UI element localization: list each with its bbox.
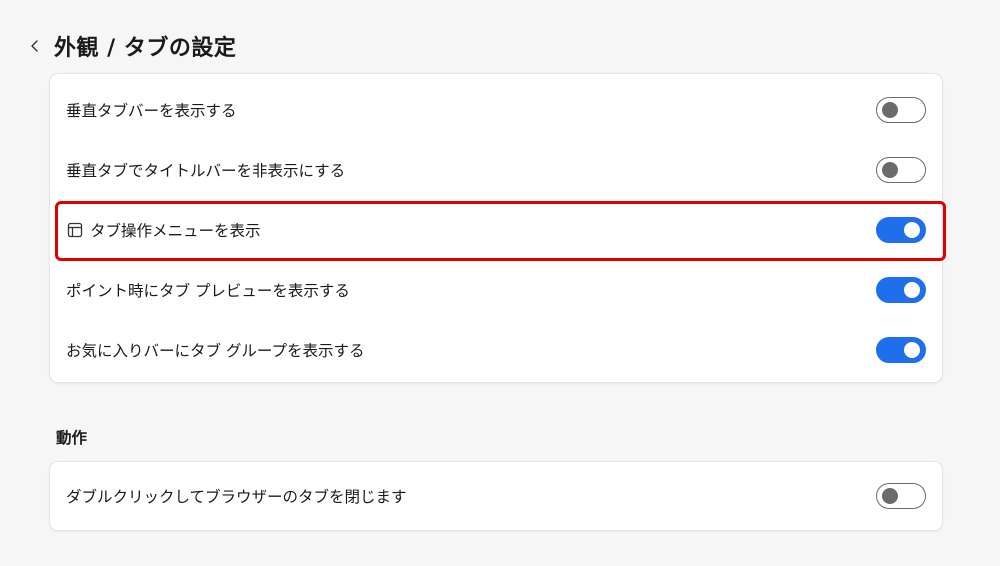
toggle-knob xyxy=(904,222,920,238)
back-button[interactable] xyxy=(24,35,46,57)
toggle-tab-preview-on-hover[interactable] xyxy=(876,277,926,303)
toggle-knob xyxy=(882,162,898,178)
toggle-knob xyxy=(904,282,920,298)
toggle-tab-groups-favorites-bar[interactable] xyxy=(876,337,926,363)
row-vertical-tab-bar: 垂直タブバーを表示する xyxy=(50,80,942,140)
row-label-with-icon: タブ操作メニューを表示 xyxy=(66,219,261,241)
row-label: お気に入りバーにタブ グループを表示する xyxy=(66,342,365,360)
page-header: 外観 / タブの設定 xyxy=(24,26,236,66)
row-hide-title-bar: 垂直タブでタイトルバーを非表示にする xyxy=(50,140,942,200)
row-tab-action-menu: タブ操作メニューを表示 xyxy=(50,200,942,260)
toggle-tab-action-menu[interactable] xyxy=(876,217,926,243)
toggle-knob xyxy=(904,342,920,358)
tab-window-icon xyxy=(66,221,84,239)
chevron-left-icon xyxy=(31,40,38,52)
row-label-text: タブ操作メニューを表示 xyxy=(90,222,261,240)
row-tab-preview-on-hover: ポイント時にタブ プレビューを表示する xyxy=(50,260,942,320)
row-tab-groups-favorites-bar: お気に入りバーにタブ グループを表示する xyxy=(50,320,942,380)
section-title-behavior: 動作 xyxy=(56,429,88,447)
page-title: 外観 / タブの設定 xyxy=(54,36,237,61)
tab-settings-card: 垂直タブバーを表示する 垂直タブでタイトルバーを非表示にする タブ操作メニューを… xyxy=(50,74,942,382)
row-label: ポイント時にタブ プレビューを表示する xyxy=(66,282,350,300)
row-label: ダブルクリックしてブラウザーのタブを閉じます xyxy=(66,488,407,506)
toggle-hide-title-bar[interactable] xyxy=(876,157,926,183)
toggle-knob xyxy=(882,102,898,118)
behavior-card: ダブルクリックしてブラウザーのタブを閉じます xyxy=(50,462,942,530)
row-double-click-close-tab: ダブルクリックしてブラウザーのタブを閉じます xyxy=(50,466,942,526)
toggle-double-click-close-tab[interactable] xyxy=(876,483,926,509)
toggle-vertical-tab-bar[interactable] xyxy=(876,97,926,123)
toggle-knob xyxy=(882,488,898,504)
row-label: 垂直タブバーを表示する xyxy=(66,102,237,120)
row-label: 垂直タブでタイトルバーを非表示にする xyxy=(66,162,346,180)
